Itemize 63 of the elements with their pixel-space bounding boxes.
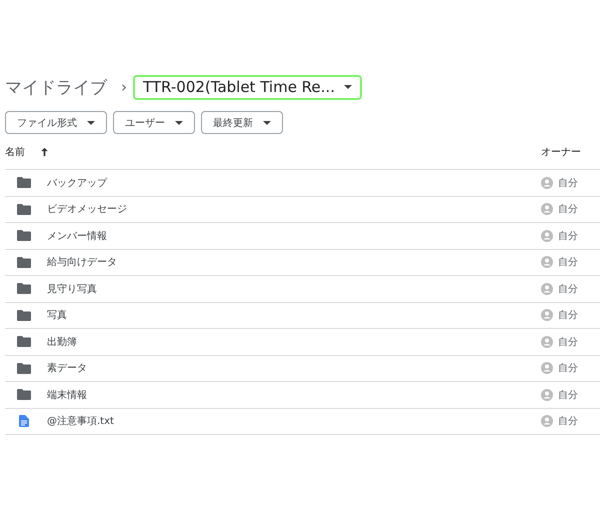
file-row[interactable]: 素データ 自分 [5,356,600,382]
file-name: メンバー情報 [47,230,107,243]
breadcrumb-link[interactable]: マイドライブ [5,76,107,98]
file-row[interactable]: 出勤簿 自分 [5,329,600,356]
avatar-icon [541,203,553,216]
caret-icon [87,120,95,124]
column-header[interactable]: オーナー [541,144,600,158]
caret-icon [344,85,352,89]
avatar-icon [541,256,553,268]
file-row[interactable]: バックアップ 自分 [5,170,600,196]
file-name: 給与向けデータ [47,256,117,270]
folder-icon [17,230,31,242]
file-name: 写真 [47,308,67,322]
owner-name: 自分 [558,176,578,190]
caret-icon [263,120,271,124]
document-icon [19,415,29,428]
file-row[interactable]: メンバー情報 自分 [5,223,600,250]
folder-icon [17,283,31,294]
file-row[interactable]: @注意事項.txt 自分 [5,408,600,435]
avatar-icon [541,336,553,348]
file-name: ビデオメッセージ [47,203,127,216]
owner-name: 自分 [558,362,578,376]
folder-icon [17,256,31,268]
sort-arrow-icon[interactable] [40,146,49,156]
file-name: 見守り写真 [47,282,97,296]
avatar-icon [541,176,553,189]
file-row[interactable]: 端末情報 自分 [5,382,600,408]
avatar-icon [541,230,553,242]
column-header[interactable]: 名前 [5,144,25,158]
folder-dropdown[interactable]: TTR-002(Tablet Time Re... [133,74,362,100]
file-name: 出勤簿 [47,336,77,349]
folder-icon [17,310,31,321]
file-name: バックアップ [47,176,107,190]
folder-icon [17,389,31,400]
owner-name: 自分 [558,336,578,349]
file-name: @注意事項.txt [47,414,114,428]
avatar-icon [541,309,553,322]
folder-icon [17,177,31,188]
file-name: 端末情報 [47,388,87,402]
avatar-icon [541,415,553,428]
file-row[interactable]: ビデオメッセージ 自分 [5,196,600,223]
owner-name: 自分 [558,230,578,243]
folder-icon [17,362,31,374]
folder-icon [17,336,31,348]
owner-name: 自分 [558,309,578,322]
owner-name: 自分 [558,203,578,216]
avatar-icon [541,282,553,295]
file-row[interactable]: 見守り写真 自分 [5,276,600,302]
owner-name: 自分 [558,256,578,270]
owner-name: 自分 [558,415,578,428]
file-row[interactable]: 写真 自分 [5,302,600,329]
filter-chip[interactable]: 最終更新 [201,111,283,134]
folder-icon [17,204,31,215]
owner-name: 自分 [558,388,578,402]
breadcrumb-separator: › [121,78,127,96]
file-name: 素データ [47,362,87,376]
avatar-icon [541,388,553,401]
avatar-icon [541,362,553,374]
caret-icon [175,120,183,124]
filter-chip[interactable]: ファイル形式 [5,111,107,134]
owner-name: 自分 [558,282,578,296]
file-row[interactable]: 給与向けデータ 自分 [5,250,600,276]
filter-chip[interactable]: ユーザー [113,111,195,134]
